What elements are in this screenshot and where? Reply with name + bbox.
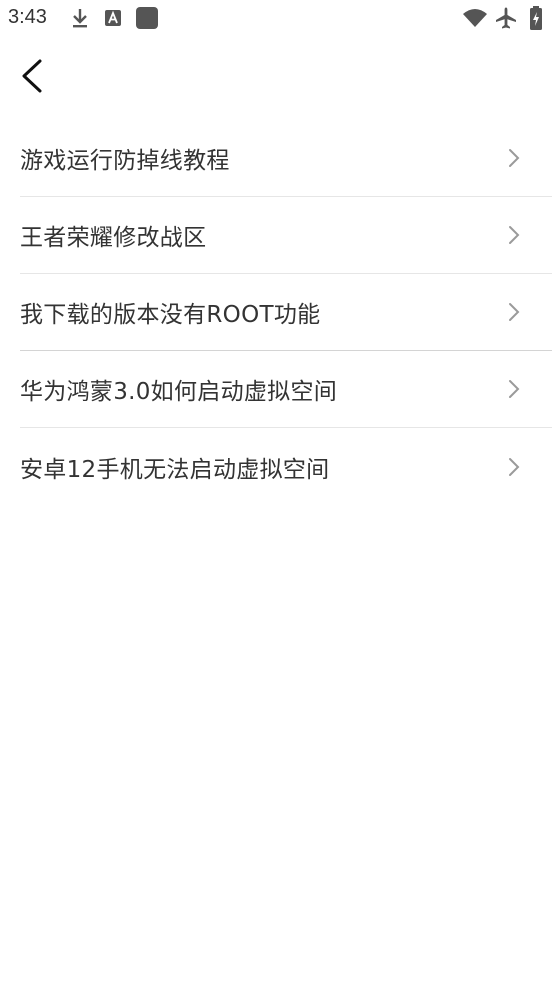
chevron-right-icon xyxy=(494,143,534,173)
faq-item-no-root[interactable]: 我下载的版本没有ROOT功能 xyxy=(20,274,552,351)
status-time: 3:43 xyxy=(8,6,47,28)
app-square-icon xyxy=(135,6,159,34)
faq-item-label: 王者荣耀修改战区 xyxy=(20,225,207,251)
back-button[interactable] xyxy=(18,56,58,100)
faq-item-change-region[interactable]: 王者荣耀修改战区 xyxy=(20,197,552,274)
chevron-right-icon xyxy=(494,374,534,404)
battery-charging-icon xyxy=(528,5,544,35)
faq-item-anti-disconnect[interactable]: 游戏运行防掉线教程 xyxy=(20,120,552,197)
faq-item-harmony-virtual-space[interactable]: 华为鸿蒙3.0如何启动虚拟空间 xyxy=(20,351,552,428)
wifi-icon xyxy=(462,8,488,32)
chevron-right-icon xyxy=(494,297,534,327)
chevron-left-icon xyxy=(18,58,44,98)
faq-item-label: 游戏运行防掉线教程 xyxy=(20,148,230,174)
faq-item-android12-virtual-space[interactable]: 安卓12手机无法启动虚拟空间 xyxy=(20,428,552,505)
airplane-icon xyxy=(494,6,518,34)
download-icon xyxy=(70,7,90,33)
faq-item-label: 我下载的版本没有ROOT功能 xyxy=(20,302,321,328)
chevron-right-icon xyxy=(494,452,534,482)
faq-item-label: 华为鸿蒙3.0如何启动虚拟空间 xyxy=(20,379,338,405)
screen: 3:43 游戏运行防掉线教程 王者荣耀修改战区 我下载的版本没有ROOT功能 华… xyxy=(0,0,552,983)
status-bar: 3:43 xyxy=(0,0,552,38)
faq-list: 游戏运行防掉线教程 王者荣耀修改战区 我下载的版本没有ROOT功能 华为鸿蒙3.… xyxy=(0,120,552,505)
text-a-icon xyxy=(104,9,122,31)
faq-item-label: 安卓12手机无法启动虚拟空间 xyxy=(20,456,330,483)
chevron-right-icon xyxy=(494,220,534,250)
